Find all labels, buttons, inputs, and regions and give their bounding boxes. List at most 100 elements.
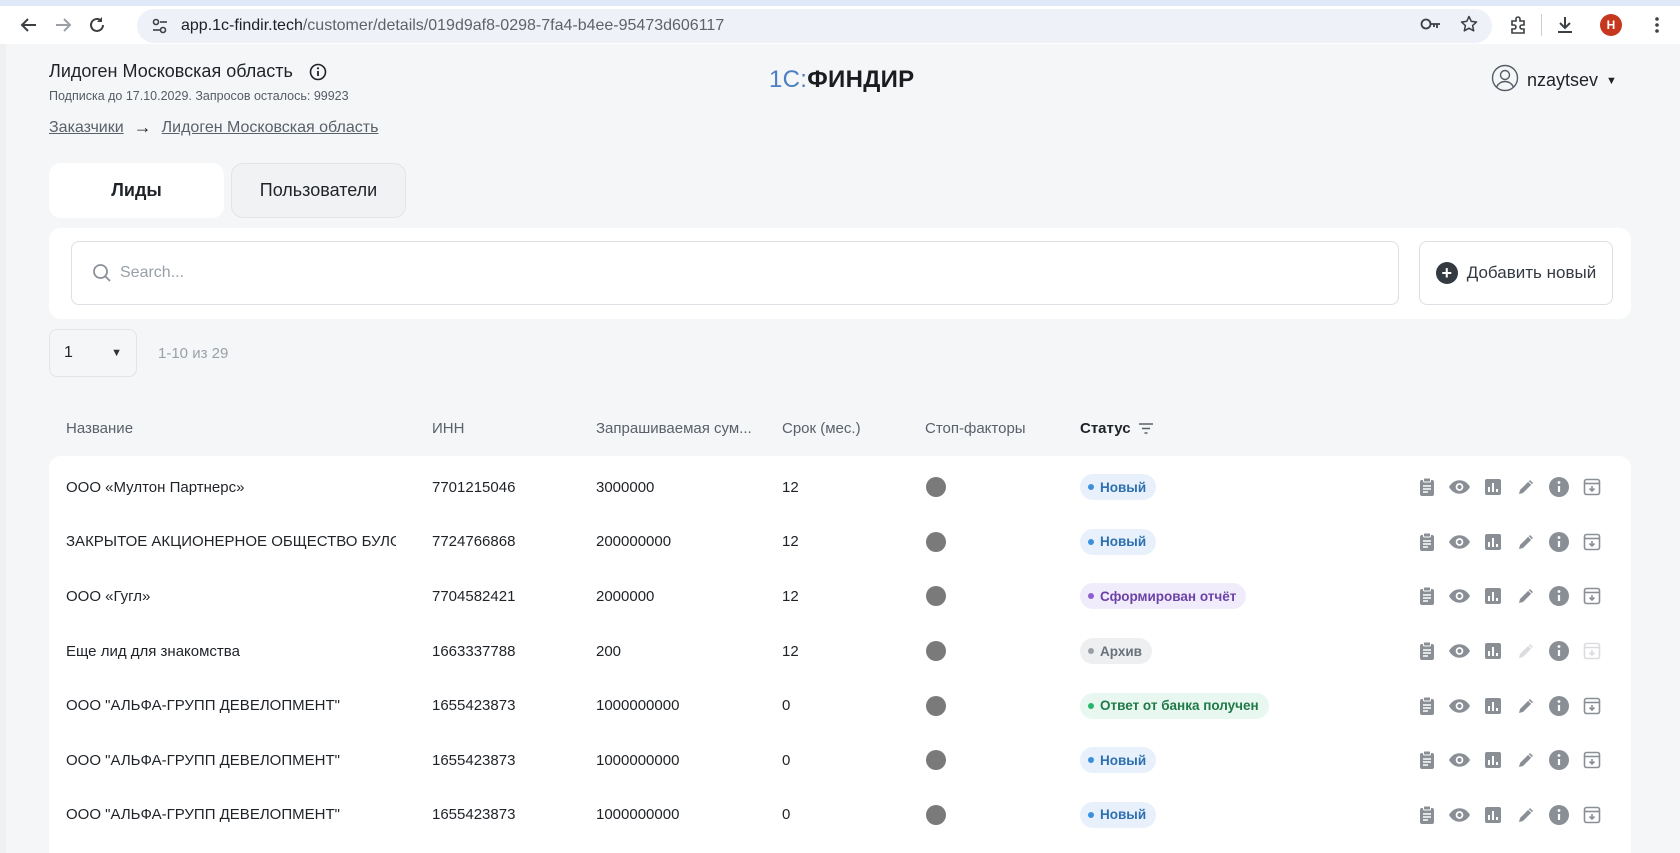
archive-icon[interactable] bbox=[1580, 476, 1603, 499]
stop-factor-dot-icon bbox=[926, 477, 946, 498]
archive-icon[interactable] bbox=[1580, 585, 1603, 608]
table-row[interactable]: ООО "АЛЬФА-ГРУПП ДЕВЕЛОПМЕНТ" 1655423873… bbox=[49, 678, 1631, 733]
table-row[interactable]: ЗАКРЫТОЕ АКЦИОНЕРНОЕ ОБЩЕСТВО БУЛОЧ... 7… bbox=[49, 515, 1631, 570]
eye-icon[interactable] bbox=[1448, 749, 1471, 772]
archive-icon[interactable] bbox=[1580, 530, 1603, 553]
clipboard-icon[interactable] bbox=[1415, 803, 1438, 826]
clipboard-icon[interactable] bbox=[1415, 530, 1438, 553]
chart-icon[interactable] bbox=[1481, 640, 1504, 663]
column-header-inn[interactable]: ИНН bbox=[432, 420, 464, 437]
info-icon[interactable] bbox=[1547, 476, 1570, 499]
lead-term: 12 bbox=[782, 587, 799, 605]
customer-header: Лидоген Московская область bbox=[49, 61, 327, 82]
info-icon[interactable] bbox=[1547, 694, 1570, 717]
status-badge: Новый bbox=[1080, 801, 1157, 828]
chart-icon[interactable] bbox=[1481, 749, 1504, 772]
download-icon[interactable] bbox=[1542, 15, 1588, 35]
pagination-range: 1-10 из 29 bbox=[158, 344, 229, 362]
menu-icon[interactable] bbox=[1634, 17, 1680, 33]
archive-icon[interactable] bbox=[1580, 694, 1603, 717]
column-header-name[interactable]: Название bbox=[66, 420, 133, 437]
stop-factor-dot-icon bbox=[926, 531, 946, 552]
page-select[interactable]: 1 ▼ bbox=[49, 329, 137, 377]
pencil-icon[interactable] bbox=[1514, 530, 1537, 553]
chevron-down-icon: ▼ bbox=[111, 347, 122, 359]
lead-requested-sum: 200 bbox=[596, 642, 622, 660]
back-icon[interactable] bbox=[12, 8, 46, 42]
status-dot-icon bbox=[1088, 811, 1094, 818]
tab-users[interactable]: Пользователи bbox=[231, 163, 406, 218]
extensions-icon[interactable] bbox=[1495, 15, 1541, 35]
column-header-status[interactable]: Статус bbox=[1080, 420, 1153, 437]
stop-factors-indicator bbox=[926, 569, 966, 624]
lead-requested-sum: 1000000000 bbox=[596, 806, 680, 824]
column-header-term[interactable]: Срок (мес.) bbox=[782, 420, 861, 437]
chart-icon[interactable] bbox=[1481, 530, 1504, 553]
pencil-icon[interactable] bbox=[1514, 749, 1537, 772]
user-menu[interactable]: nzaytsev ▼ bbox=[1491, 64, 1617, 97]
archive-icon[interactable] bbox=[1580, 749, 1603, 772]
logo-text: ФИНДИР bbox=[807, 66, 915, 93]
app-logo[interactable]: 1С:ФИНДИР bbox=[769, 66, 914, 94]
info-icon[interactable] bbox=[1547, 530, 1570, 553]
tab-leads[interactable]: Лиды bbox=[49, 163, 224, 218]
breadcrumb-current-link[interactable]: Лидоген Московская область bbox=[162, 119, 379, 137]
status-badge: Новый bbox=[1080, 747, 1157, 774]
star-icon[interactable] bbox=[1460, 15, 1478, 38]
chart-icon[interactable] bbox=[1481, 476, 1504, 499]
table-row[interactable]: ООО «Гугл» 7704582421 2000000 12 Сформир… bbox=[49, 569, 1631, 624]
info-icon[interactable] bbox=[309, 63, 327, 81]
breadcrumb-customers-link[interactable]: Заказчики bbox=[49, 119, 124, 137]
clipboard-icon[interactable] bbox=[1415, 694, 1438, 717]
lead-term: 12 bbox=[782, 478, 799, 496]
eye-icon[interactable] bbox=[1448, 694, 1471, 717]
site-info-icon[interactable] bbox=[145, 18, 175, 34]
search-input[interactable] bbox=[120, 264, 1320, 282]
lead-status: Новый bbox=[1080, 515, 1330, 570]
browser-toolbar: app.1c-findir.tech/customer/details/019d… bbox=[0, 6, 1680, 44]
search-box[interactable] bbox=[71, 241, 1399, 305]
stop-factors-indicator bbox=[926, 624, 966, 679]
eye-icon[interactable] bbox=[1448, 803, 1471, 826]
chart-icon[interactable] bbox=[1481, 585, 1504, 608]
key-icon[interactable] bbox=[1420, 17, 1442, 36]
profile-avatar[interactable]: H bbox=[1588, 14, 1634, 36]
info-icon[interactable] bbox=[1547, 803, 1570, 826]
breadcrumb: Заказчики → Лидоген Московская область bbox=[49, 117, 378, 138]
eye-icon[interactable] bbox=[1448, 585, 1471, 608]
clipboard-icon[interactable] bbox=[1415, 749, 1438, 772]
row-actions bbox=[1415, 460, 1625, 515]
clipboard-icon[interactable] bbox=[1415, 585, 1438, 608]
lead-name: ООО «Мултон Партнерс» bbox=[66, 478, 245, 496]
status-dot-icon bbox=[1088, 593, 1094, 600]
row-actions bbox=[1415, 624, 1625, 679]
column-header-stop-factors[interactable]: Стоп-факторы bbox=[925, 420, 1026, 437]
eye-icon[interactable] bbox=[1448, 530, 1471, 553]
pencil-icon[interactable] bbox=[1514, 803, 1537, 826]
filter-icon[interactable] bbox=[1138, 423, 1153, 434]
column-header-sum[interactable]: Запрашиваемая сум... bbox=[596, 420, 752, 437]
table-row[interactable]: Еще лид для знакомства 1663337788 200 12… bbox=[49, 624, 1631, 679]
table-row[interactable]: ООО "АЛЬФА-ГРУПП ДЕВЕЛОПМЕНТ" 1655423873… bbox=[49, 788, 1631, 843]
info-icon[interactable] bbox=[1547, 585, 1570, 608]
archive-icon[interactable] bbox=[1580, 803, 1603, 826]
address-bar[interactable]: app.1c-findir.tech/customer/details/019d… bbox=[137, 9, 1492, 43]
clipboard-icon[interactable] bbox=[1415, 476, 1438, 499]
eye-icon[interactable] bbox=[1448, 640, 1471, 663]
chart-icon[interactable] bbox=[1481, 694, 1504, 717]
pencil-icon[interactable] bbox=[1514, 585, 1537, 608]
forward-icon[interactable] bbox=[46, 8, 80, 42]
table-row[interactable]: ООО «Мултон Партнерс» 7701215046 3000000… bbox=[49, 460, 1631, 515]
stop-factors-indicator bbox=[926, 515, 966, 570]
info-icon[interactable] bbox=[1547, 640, 1570, 663]
pencil-icon[interactable] bbox=[1514, 476, 1537, 499]
chart-icon[interactable] bbox=[1481, 803, 1504, 826]
clipboard-icon[interactable] bbox=[1415, 640, 1438, 663]
reload-icon[interactable] bbox=[80, 8, 114, 42]
pencil-icon[interactable] bbox=[1514, 694, 1537, 717]
add-new-button[interactable]: + Добавить новый bbox=[1419, 241, 1613, 305]
eye-icon[interactable] bbox=[1448, 476, 1471, 499]
lead-requested-sum: 2000000 bbox=[596, 587, 655, 605]
info-icon[interactable] bbox=[1547, 749, 1570, 772]
table-row[interactable]: ООО "АЛЬФА-ГРУПП ДЕВЕЛОПМЕНТ" 1655423873… bbox=[49, 733, 1631, 788]
